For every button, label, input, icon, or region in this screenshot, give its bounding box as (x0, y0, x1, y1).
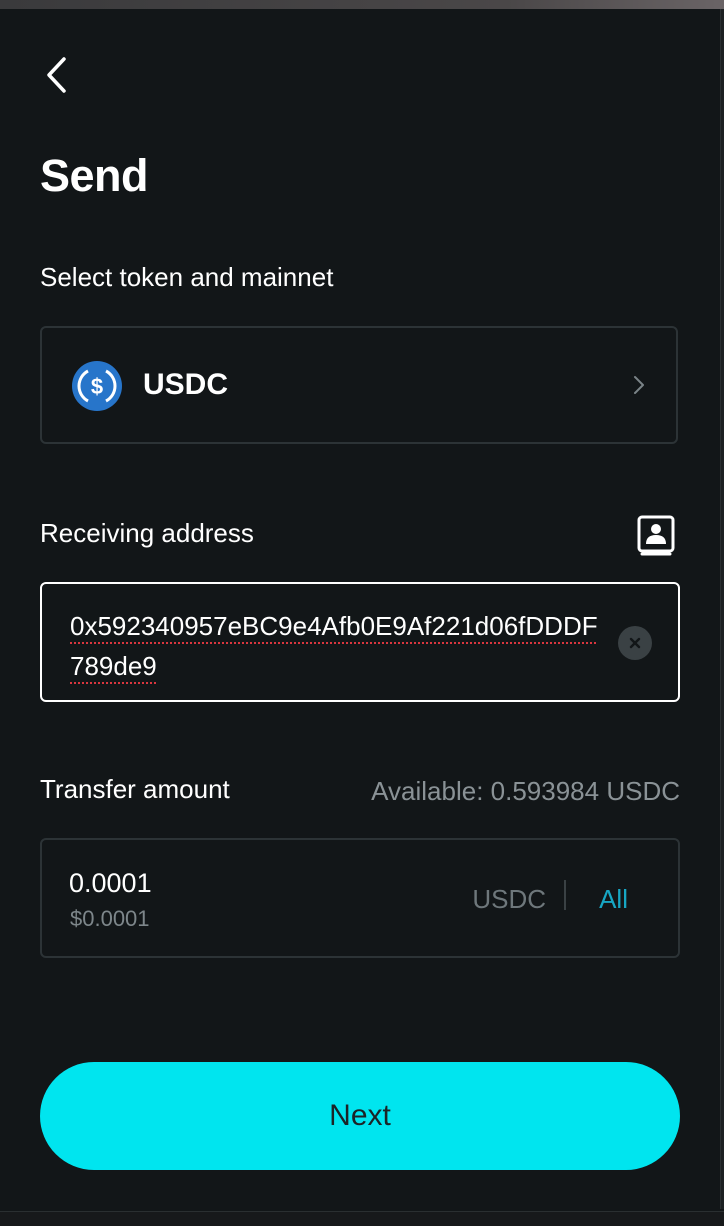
receiving-address-input[interactable]: 0x592340957eBC9e4Afb0E9Af221d06fDDDF789d… (40, 582, 680, 702)
window-bottom-edge (0, 1211, 724, 1226)
available-balance: Available: 0.593984 USDC (371, 776, 680, 806)
chevron-left-icon (47, 57, 66, 93)
amount-value[interactable]: 0.0001 (69, 868, 152, 899)
usdc-icon: $ (72, 361, 122, 411)
address-book-icon[interactable] (636, 514, 676, 556)
token-name: USDC (143, 368, 229, 401)
amount-section-label: Transfer amount (40, 774, 230, 804)
all-button[interactable]: All (599, 884, 628, 915)
window-right-edge (720, 9, 724, 1209)
token-selector[interactable]: $ USDC (40, 326, 678, 444)
window-top-strip (0, 0, 724, 9)
clear-address-button[interactable] (618, 626, 652, 660)
transfer-amount-input[interactable]: 0.0001 $0.0001 USDC All (40, 838, 680, 958)
chevron-right-icon (634, 376, 644, 394)
address-section-label: Receiving address (40, 518, 254, 548)
amount-unit: USDC (472, 884, 546, 914)
page-title: Send (40, 150, 149, 201)
back-button[interactable] (34, 52, 80, 98)
next-button[interactable]: Next (40, 1062, 680, 1170)
unit-divider (564, 880, 566, 910)
amount-usd-value: $0.0001 (70, 906, 150, 931)
clear-icon (629, 637, 641, 649)
svg-text:$: $ (91, 374, 103, 399)
receiving-address-value[interactable]: 0x592340957eBC9e4Afb0E9Af221d06fDDDF789d… (70, 606, 600, 686)
token-section-label: Select token and mainnet (40, 262, 334, 292)
